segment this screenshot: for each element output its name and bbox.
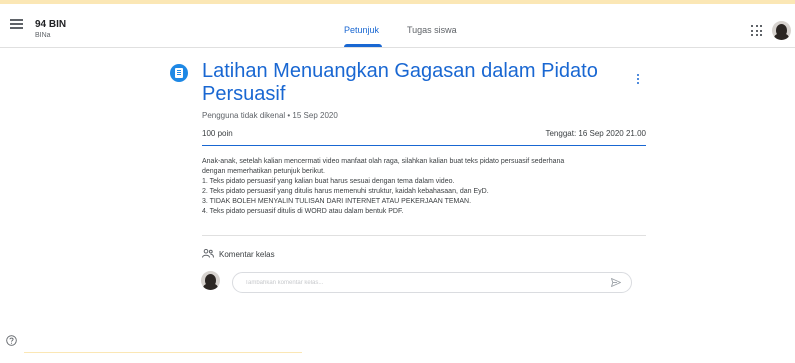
- instruction-line: dengan memerhatikan petunjuk berikut.: [202, 168, 325, 175]
- tab-instructions[interactable]: Petunjuk: [344, 25, 379, 35]
- instruction-line: 2. Teks pidato persuasif yang ditulis ha…: [202, 188, 489, 195]
- help-icon[interactable]: [6, 335, 17, 346]
- menu-icon[interactable]: [10, 19, 23, 29]
- instruction-line: 4. Teks pidato persuasif ditulis di WORD…: [202, 208, 404, 215]
- more-options-icon[interactable]: [636, 74, 640, 88]
- tab-student-work[interactable]: Tugas siswa: [407, 25, 457, 35]
- points: 100 poin: [202, 129, 233, 138]
- active-tab-indicator: [344, 44, 382, 47]
- comments-divider: [202, 235, 646, 236]
- send-icon[interactable]: [611, 278, 621, 287]
- assignment-icon: [170, 64, 188, 82]
- comment-input[interactable]: [232, 272, 632, 293]
- author-and-date: Pengguna tidak dikenal • 15 Sep 2020: [202, 111, 338, 120]
- instructions-text: Anak-anak, setelah kalian mencermati vid…: [202, 157, 652, 217]
- bottom-accent-line: [24, 352, 302, 353]
- class-comments-label[interactable]: Komentar kelas: [219, 250, 275, 259]
- instruction-line: 1. Teks pidato persuasif yang kalian bua…: [202, 178, 455, 185]
- user-avatar[interactable]: [772, 21, 791, 40]
- class-name[interactable]: 94 BIN: [35, 19, 66, 30]
- instruction-line: 3. TIDAK BOLEH MENYALIN TULISAN DARI INT…: [202, 198, 472, 205]
- people-icon: [202, 249, 214, 258]
- assignment-title: Latihan Menuangkan Gagasan dalam Pidato …: [202, 60, 598, 105]
- class-section: BINa: [35, 32, 51, 39]
- top-app-bar: 94 BIN BINa Petunjuk Tugas siswa: [0, 4, 795, 48]
- due-date: Tenggat: 16 Sep 2020 21.00: [545, 129, 646, 138]
- commenter-avatar: [201, 271, 220, 290]
- apps-grid-icon[interactable]: [751, 25, 762, 36]
- title-divider: [202, 145, 646, 146]
- instruction-line: Anak-anak, setelah kalian mencermati vid…: [202, 158, 565, 165]
